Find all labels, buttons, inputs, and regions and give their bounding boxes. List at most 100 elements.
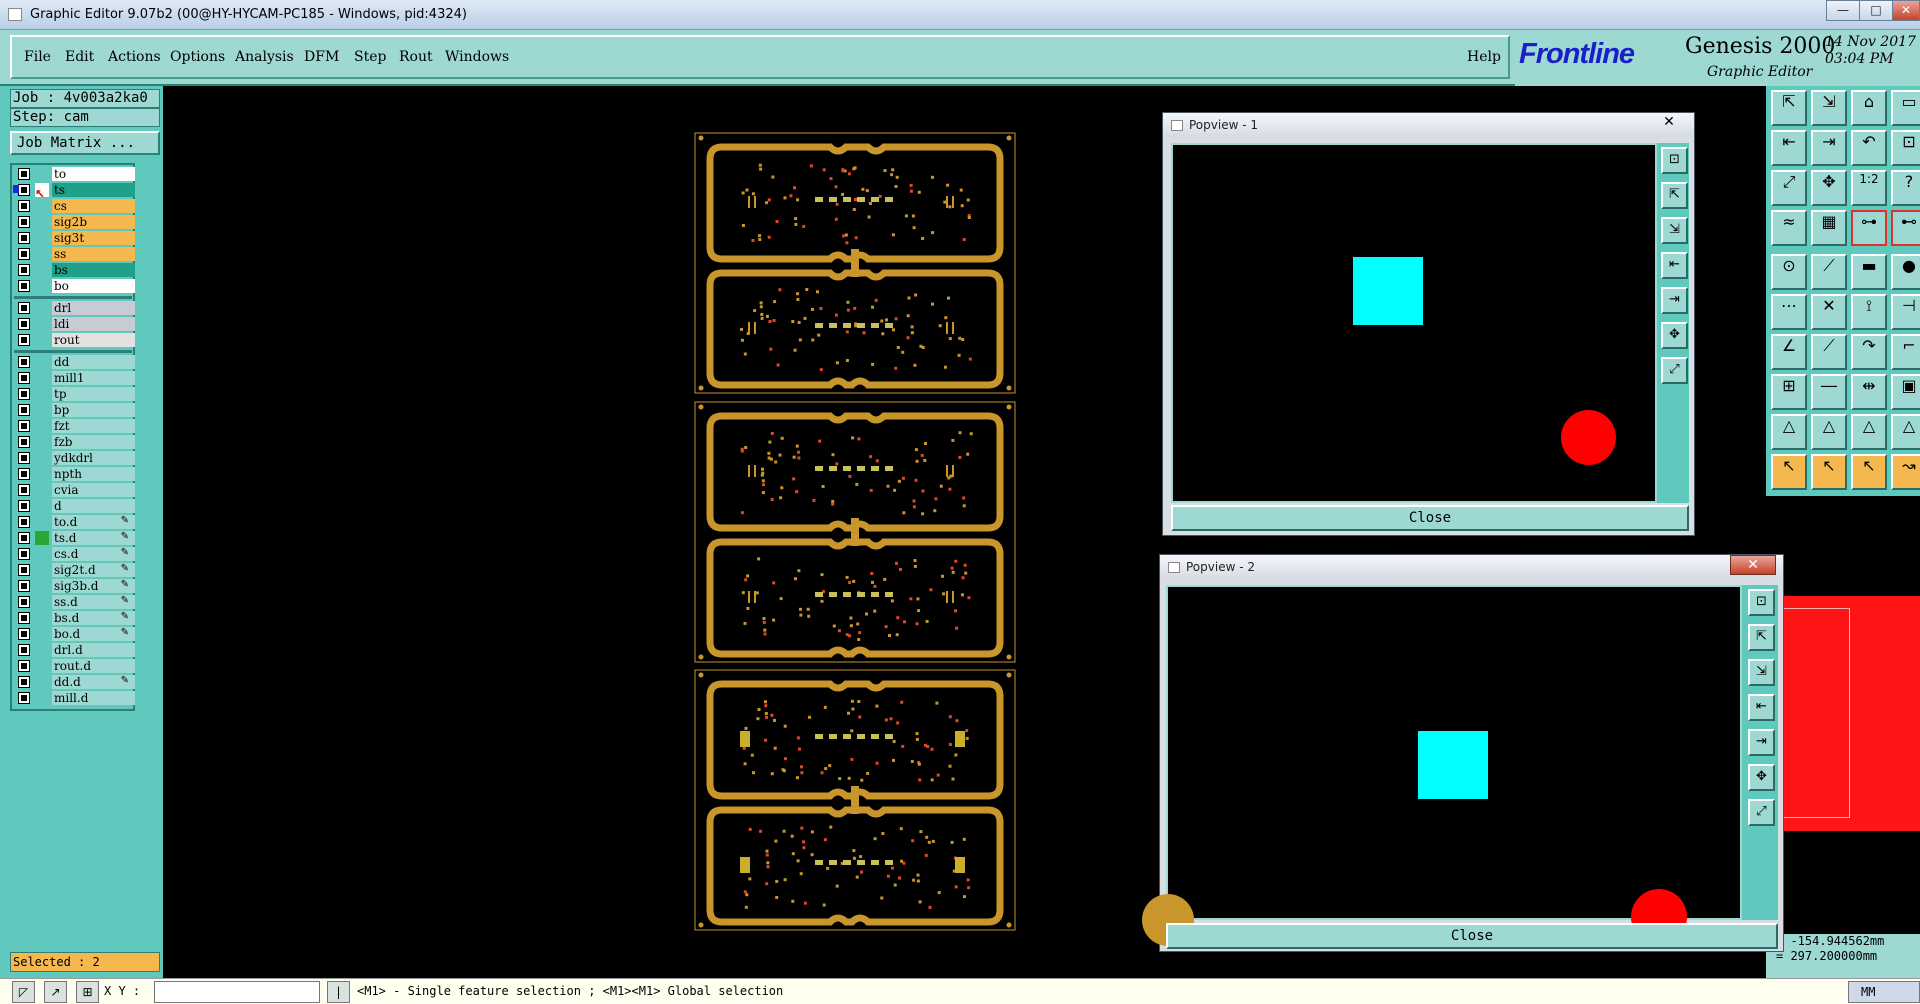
pan-right-icon[interactable]: ⇥ [1811,130,1847,166]
window-icon[interactable]: ▭ [1891,90,1920,126]
layer-state-icon[interactable] [35,419,49,433]
layer-row-ydkdrl[interactable]: ydkdrl [14,451,135,465]
expand-icon[interactable]: ⤢ [1661,357,1688,384]
units-indicator[interactable]: MM [1848,981,1920,1003]
triangle4-icon[interactable]: △ [1891,414,1920,450]
layer-checkbox[interactable] [18,216,30,228]
layer-row-cs[interactable]: cs [14,199,135,213]
layer-state-icon[interactable] [35,611,49,625]
zoom-fit-icon[interactable]: ⊡ [1748,589,1775,616]
layer-state-icon[interactable] [35,263,49,277]
layer-state-icon[interactable] [35,579,49,593]
menu-analysis[interactable]: Analysis [235,49,294,65]
layer-name[interactable]: fzb [52,435,135,449]
layer-name[interactable]: mill1 [52,371,135,385]
layer-checkbox[interactable] [18,388,30,400]
layer-row-sig3t[interactable]: sig3t [14,231,135,245]
layer-checkbox[interactable] [18,436,30,448]
layer-name[interactable]: sig3t [52,231,135,245]
layer-checkbox[interactable] [18,660,30,672]
layer-row-bs[interactable]: bs [14,263,135,277]
layer-checkbox[interactable] [18,302,30,314]
layer-state-icon[interactable] [35,231,49,245]
layer-row-ts-d[interactable]: ts.d ✎ [14,531,135,545]
layer-row-rout-d[interactable]: rout.d [14,659,135,673]
circle-icon[interactable]: ● [1891,254,1920,290]
layer-row-drl-d[interactable]: drl.d [14,643,135,657]
layer-state-icon[interactable] [35,483,49,497]
menu-step[interactable]: Step [354,49,386,65]
layer-state-icon[interactable] [35,247,49,261]
layer-state-icon[interactable]: ↖ [35,183,49,201]
cross-icon[interactable]: ✕ [1811,294,1847,330]
layer-row-fzb[interactable]: fzb [14,435,135,449]
grid-icon[interactable]: ▦ [1811,210,1847,246]
measure2-icon[interactable]: ⊷ [1891,210,1920,246]
layer-row-dd[interactable]: dd [14,355,135,369]
layer-checkbox[interactable] [18,334,30,346]
layer-name[interactable]: bs [52,263,135,277]
ratio-icon[interactable]: 1:2 [1851,170,1887,206]
menu-edit[interactable]: Edit [65,49,94,65]
pan-right-icon[interactable]: ⇥ [1748,729,1775,756]
popview-1-close-button[interactable]: Close [1171,505,1689,531]
layer-row-drl[interactable]: drl [14,301,135,315]
popview-1-view[interactable] [1171,143,1657,503]
layer-checkbox[interactable] [18,692,30,704]
layer-row-ss[interactable]: ss [14,247,135,261]
layer-checkbox[interactable] [18,404,30,416]
center-icon[interactable]: ✥ [1811,170,1847,206]
layer-checkbox[interactable] [18,248,30,260]
expand-icon[interactable]: ⤢ [1748,799,1775,826]
fit-icon[interactable]: ⤢ [1771,170,1807,206]
measure-icon[interactable]: ⊶ [1851,210,1887,246]
layer-name[interactable]: sig2b [52,215,135,229]
layer-row-bo-d[interactable]: bo.d ✎ [14,627,135,641]
layer-name[interactable]: bo [52,279,135,293]
diagonal-icon[interactable]: ⟋ [1811,334,1847,370]
layer-name[interactable]: fzt [52,419,135,433]
layer-checkbox[interactable] [18,532,30,544]
layer-state-icon[interactable] [35,659,49,673]
layer-row-mill-d[interactable]: mill.d [14,691,135,705]
grid-mode-icon[interactable]: ⊞ [76,981,99,1003]
undo-zoom-icon[interactable]: ↶ [1851,130,1887,166]
layer-row-to[interactable]: to [14,167,135,181]
popview-1-close-icon[interactable]: ✕ [1645,113,1693,133]
split-icon[interactable]: ⊣ [1891,294,1920,330]
zoom-out-icon[interactable]: ⇲ [1661,217,1688,244]
pan-icon[interactable]: ✥ [1661,322,1688,349]
job-matrix-button[interactable]: Job Matrix ... [10,131,160,155]
segment-icon[interactable]: ― [1811,374,1847,410]
layer-name[interactable]: drl [52,301,135,315]
angle-icon[interactable]: ∠ [1771,334,1807,370]
layer-state-icon[interactable] [35,371,49,385]
layer-state-icon[interactable] [35,167,49,181]
layer-row-mill1[interactable]: mill1 [14,371,135,385]
maximize-button[interactable]: □ [1859,0,1893,21]
layer-state-icon[interactable] [35,675,49,689]
layer-checkbox[interactable] [18,468,30,480]
layer-row-ss-d[interactable]: ss.d ✎ [14,595,135,609]
layer-row-dd-d[interactable]: dd.d ✎ [14,675,135,689]
layer-name[interactable]: cs [52,199,135,213]
menu-options[interactable]: Options [170,49,225,65]
layer-row-d[interactable]: d [14,499,135,513]
layer-name[interactable]: ldi [52,317,135,331]
box-icon[interactable]: ▣ [1891,374,1920,410]
layer-name[interactable]: npth [52,467,135,481]
stretch-icon[interactable]: ⇹ [1851,374,1887,410]
layer-row-fzt[interactable]: fzt [14,419,135,433]
layer-checkbox[interactable] [18,452,30,464]
menu-dfm[interactable]: DFM [304,49,339,65]
layer-name[interactable]: rout [52,333,135,347]
move-icon[interactable]: ⊞ [1771,374,1807,410]
layer-state-icon[interactable] [35,451,49,465]
layer-state-icon[interactable] [35,355,49,369]
layer-checkbox[interactable] [18,184,30,196]
layer-state-icon[interactable] [35,547,49,561]
layer-checkbox[interactable] [18,564,30,576]
pan-right-icon[interactable]: ⇥ [1661,287,1688,314]
layer-row-cs-d[interactable]: cs.d ✎ [14,547,135,561]
layer-state-icon[interactable] [35,531,49,545]
